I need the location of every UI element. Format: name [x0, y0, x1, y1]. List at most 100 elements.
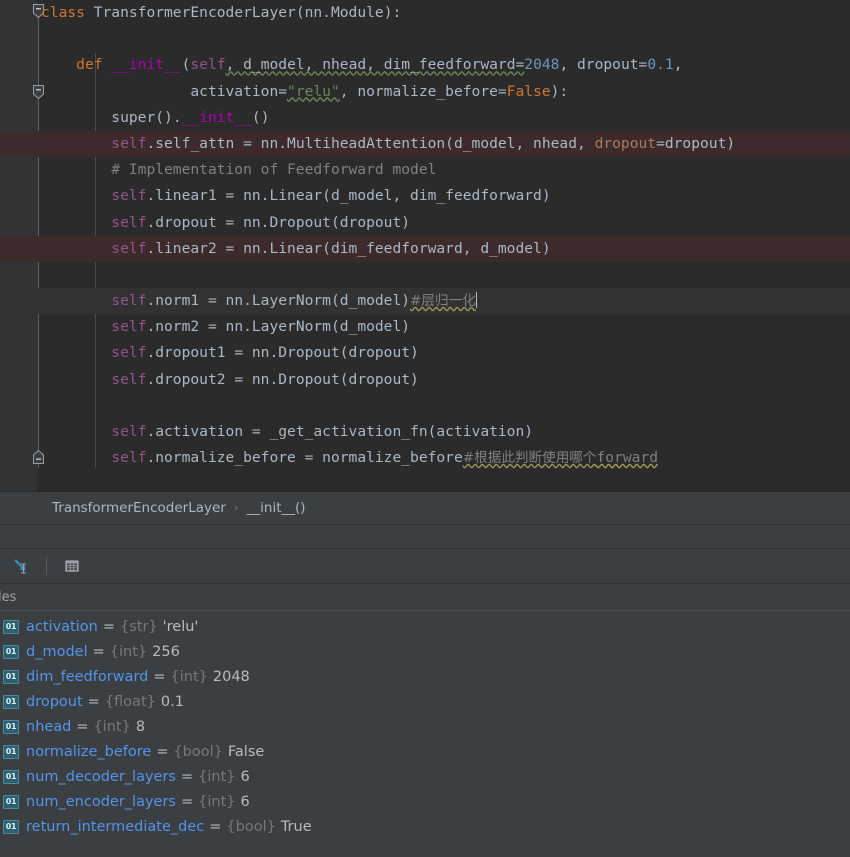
variable-row[interactable]: 01 num_encoder_layers = {int} 6	[0, 789, 850, 814]
code-line-blank-2[interactable]	[0, 262, 850, 288]
code-line-def-cont[interactable]: activation="relu", normalize_before=Fals…	[0, 79, 850, 105]
variable-value: 6	[240, 768, 250, 785]
class-name: TransformerEncoderLayer	[93, 4, 296, 21]
evaluate-expression-icon[interactable]	[10, 555, 32, 577]
variable-row[interactable]: 01 d_model = {int} 256	[0, 639, 850, 664]
self-attn-expr: .self_attn = nn.MultiheadAttention(d_mod…	[146, 134, 595, 152]
variable-type: {int}	[170, 668, 208, 685]
comment-feedforward: # Implementation of Feedforward model	[111, 161, 437, 179]
code-line-norm2[interactable]: self.norm2 = nn.LayerNorm(d_model)	[0, 314, 850, 340]
variable-type: {int}	[109, 643, 148, 660]
variables-tabbar[interactable]: les	[0, 584, 850, 611]
breadcrumb-item-method[interactable]: __init__()	[247, 500, 306, 516]
variable-value: 256	[152, 643, 180, 660]
params-part-3: ,	[673, 56, 683, 74]
code-line-super[interactable]: super().__init__()	[0, 105, 850, 131]
variable-value: 0.1	[160, 693, 184, 710]
variable-equals: =	[87, 693, 100, 710]
variable-value-icon: 01	[3, 819, 19, 834]
dropout-default: 0.1	[647, 56, 674, 74]
self-keyword: self	[111, 449, 147, 467]
variable-row[interactable]: 01 return_intermediate_dec = {bool} True	[0, 814, 850, 839]
self-keyword: self	[111, 344, 147, 362]
debugger-panel: les 01activation={str}'relu'01d_model={i…	[0, 524, 850, 857]
variable-name: d_model	[26, 643, 88, 660]
variable-row[interactable]: 01 normalize_before = {bool} False	[0, 739, 850, 764]
dropout2-expr: .dropout2 = nn.Dropout(dropout)	[146, 370, 419, 388]
variable-equals: =	[153, 668, 166, 685]
code-line-blank-3[interactable]	[0, 393, 850, 419]
variable-equals: =	[209, 818, 222, 835]
variable-row[interactable]: 01 activation = {str}'relu'	[0, 614, 850, 639]
false-literal: False	[506, 82, 551, 100]
variable-name: num_decoder_layers	[26, 768, 176, 785]
variables-list[interactable]: 01 activation = {str}'relu' 01 d_model = {int} 2…	[0, 611, 850, 857]
chevron-right-icon: ›	[233, 501, 239, 515]
view-as-table-icon[interactable]	[61, 555, 83, 577]
variable-row[interactable]: 01 num_decoder_layers = {int} 6	[0, 764, 850, 789]
self-attn-tail: =dropout)	[656, 134, 736, 152]
variable-name: num_encoder_layers	[26, 793, 176, 810]
comment-normbefore-forward: forward	[596, 449, 659, 467]
code-line-dropout[interactable]: self.dropout = nn.Dropout(dropout)	[0, 210, 850, 236]
variable-value: 2048	[212, 668, 250, 685]
code-line-norm1[interactable]: self.norm1 = nn.LayerNorm(d_model)#层归一化	[0, 288, 850, 315]
code-line-dropout2[interactable]: self.dropout2 = nn.Dropout(dropout)	[0, 367, 850, 393]
code-line-linear2[interactable]: self.linear2 = nn.Linear(dim_feedforward…	[0, 235, 850, 262]
variable-equals: =	[76, 718, 89, 735]
variable-name: return_intermediate_dec	[26, 818, 205, 835]
self-keyword: self	[111, 423, 147, 440]
keyword-def: def	[76, 56, 103, 74]
variable-value: 6	[240, 793, 250, 810]
self-keyword: self	[111, 318, 147, 336]
variable-name: activation	[26, 618, 98, 635]
code-line-class[interactable]: class TransformerEncoderLayer(nn.Module)…	[0, 0, 850, 26]
breadcrumb[interactable]: TransformerEncoderLayer › __init__()	[0, 491, 850, 524]
variable-type: {bool}	[226, 818, 276, 835]
variable-value-icon: 01	[3, 744, 19, 759]
code-line-blank-1[interactable]	[0, 26, 850, 52]
code-line-dropout1[interactable]: self.dropout1 = nn.Dropout(dropout)	[0, 340, 850, 366]
params-part-2: , dropout=	[559, 56, 648, 74]
variable-row[interactable]: 01 nhead = {int} 8	[0, 714, 850, 739]
variable-value: 8	[135, 718, 146, 735]
tab-variables[interactable]: les	[0, 590, 16, 605]
code-line-normalize-before[interactable]: self.normalize_before = normalize_before…	[0, 445, 850, 471]
self-keyword: self	[111, 213, 147, 231]
dim-ff-default: 2048	[524, 56, 560, 74]
linear1-expr: .linear1 = nn.Linear(d_model, dim_feedfo…	[146, 187, 551, 205]
super-init: __init__	[181, 108, 252, 126]
self-keyword: self	[111, 292, 147, 310]
keyword-class: class	[41, 4, 85, 21]
breadcrumb-item-class[interactable]: TransformerEncoderLayer	[52, 500, 226, 516]
code-line-comment-ff[interactable]: # Implementation of Feedforward model	[0, 157, 850, 183]
debugger-toolbar[interactable]	[0, 549, 850, 584]
param-self: self	[190, 56, 226, 74]
variable-value: False	[227, 743, 265, 760]
dropout-kwarg: dropout	[594, 134, 657, 152]
variable-name: dim_feedforward	[26, 668, 149, 685]
super-call: super()	[111, 108, 173, 126]
code-line-self-attn[interactable]: self.self_attn = nn.MultiheadAttention(d…	[0, 130, 850, 158]
code-lines[interactable]: class TransformerEncoderLayer(nn.Module)…	[0, 0, 850, 491]
dropout-expr: .dropout = nn.Dropout(dropout)	[146, 213, 411, 231]
normbefore-expr: .normalize_before = normalize_before	[146, 449, 463, 467]
debugger-frames-strip	[0, 525, 850, 549]
variable-name: nhead	[26, 718, 72, 735]
variable-value-icon: 01	[3, 619, 19, 634]
variable-row[interactable]: 01 dim_feedforward = {int} 2048	[0, 664, 850, 689]
variable-value-icon: 01	[3, 769, 19, 784]
variable-type: {float}	[104, 693, 156, 710]
code-editor[interactable]: class TransformerEncoderLayer(nn.Module)…	[0, 0, 850, 491]
relu-string: "relu"	[287, 82, 340, 100]
code-line-activation[interactable]: self.activation = _get_activation_fn(act…	[0, 419, 850, 445]
variable-value-icon: 01	[3, 794, 19, 809]
code-line-linear1[interactable]: self.linear1 = nn.Linear(d_model, dim_fe…	[0, 183, 850, 209]
code-line-def-init[interactable]: def __init__(self, d_model, nhead, dim_f…	[0, 52, 850, 78]
activation-kwarg: activation=	[190, 82, 288, 100]
variable-row[interactable]: 01 dropout = {float} 0.1	[0, 689, 850, 714]
function-name-init: __init__	[111, 56, 182, 74]
variable-type: {int}	[198, 793, 236, 810]
variable-equals: =	[102, 618, 115, 635]
self-keyword: self	[111, 370, 147, 388]
